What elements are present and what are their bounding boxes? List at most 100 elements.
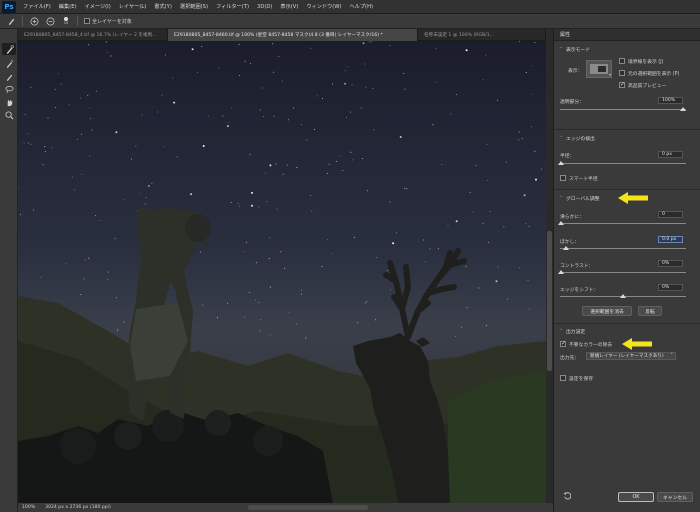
global-refine-header[interactable]: ˅ グローバル調整 (560, 195, 600, 202)
document-tabs: E29180805_8457-8458_4.tif @ 16.7% (レイヤー … (18, 29, 546, 41)
brush-tool-preset-icon[interactable] (6, 16, 16, 26)
dropdown-caret-icon: ▾ (608, 72, 611, 77)
show-edge-label: 境界線を表示 (J) (628, 60, 664, 65)
transparency-label: 透明部分： (560, 100, 584, 105)
feather-slider[interactable] (560, 248, 686, 249)
menu-bar: Ps ファイル(F) 編集(E) イメージ(I) レイヤー(L) 書式(Y) 選… (0, 0, 700, 14)
vertical-scrollbar[interactable] (546, 41, 553, 503)
document-canvas[interactable] (18, 41, 546, 503)
brush-icon (6, 74, 12, 81)
clear-selection-button[interactable]: 選択範囲を消去 (582, 306, 632, 316)
lasso-tool[interactable] (2, 83, 16, 95)
view-label: 表示： (568, 69, 583, 74)
radius-slider[interactable] (560, 163, 686, 164)
output-to-value: 新規レイヤー (レイヤーマスクあり) (590, 354, 664, 359)
horizontal-scroll-thumb[interactable] (248, 505, 368, 510)
chevron-down-icon: ˅ (560, 330, 563, 335)
transparency-slider-thumb[interactable] (680, 107, 686, 111)
output-to-select[interactable]: 新規レイヤー (レイヤーマスクあり) ˅ (586, 352, 676, 360)
contrast-field[interactable]: 0% (658, 260, 683, 267)
lasso-icon (5, 85, 13, 93)
yellow-arrow-icon (618, 192, 648, 204)
document-info: 3024 px x 2736 px (180 ppi) (45, 505, 111, 510)
chevron-down-icon: ˅ (560, 137, 563, 142)
high-quality-preview-label: 高品質プレビュー (628, 84, 667, 89)
tab-document-1[interactable]: E29180805_8457-8458_4.tif @ 16.7% (レイヤー … (18, 29, 168, 41)
contrast-slider-thumb[interactable] (558, 270, 564, 274)
smooth-slider[interactable] (560, 223, 686, 224)
menu-type[interactable]: 書式(Y) (150, 3, 176, 10)
menu-help[interactable]: ヘルプ(H) (345, 3, 377, 10)
hand-icon (7, 99, 12, 106)
refine-edge-brush-tool[interactable] (2, 57, 16, 69)
smooth-field[interactable]: 0 (658, 211, 683, 218)
decontaminate-colors-checkbox[interactable] (560, 340, 566, 347)
view-mode-picker[interactable]: ▾ (586, 60, 612, 78)
quick-selection-icon (6, 44, 14, 54)
shift-edge-field[interactable]: 0% (658, 284, 683, 291)
output-to-label: 出力先： (560, 356, 580, 361)
night-sky-photo (18, 41, 546, 503)
reset-icon[interactable] (562, 491, 572, 501)
tab-document-2[interactable]: E29180805_8457-8460.tif @ 100% (星空 8457-… (168, 29, 418, 41)
ok-button[interactable]: OK (618, 492, 654, 502)
menu-filter[interactable]: フィルター(T) (212, 3, 253, 10)
brush-size-picker[interactable]: 10 (61, 16, 71, 26)
menu-view[interactable]: 表示(V) (276, 3, 302, 10)
radius-slider-thumb[interactable] (558, 161, 564, 165)
yellow-arrow-icon (622, 338, 652, 350)
tools-panel (0, 29, 18, 512)
chevron-down-icon: ˅ (560, 48, 563, 53)
brush-size-value: 10 (63, 21, 69, 25)
menu-image[interactable]: イメージ(I) (81, 3, 115, 10)
tab-document-3[interactable]: 名称未設定 1 @ 100% (RGB/1... (418, 29, 546, 41)
contrast-label: コントラスト： (560, 264, 594, 269)
photoshop-logo: Ps (2, 0, 16, 13)
smooth-label: 滑らかに： (560, 215, 584, 220)
zoom-tool[interactable] (2, 109, 16, 121)
quick-selection-tool[interactable] (2, 43, 16, 55)
contrast-slider[interactable] (560, 272, 686, 273)
smooth-slider-thumb[interactable] (558, 221, 564, 225)
properties-panel: 属性 ˅ 表示モード 表示： ▾ 境界線を表示 (J) 元の選択範囲を表示 (P)… (553, 29, 700, 512)
shift-edge-slider-thumb[interactable] (620, 294, 626, 298)
output-settings-header[interactable]: ˅ 出力設定 (560, 328, 585, 335)
vertical-scroll-thumb[interactable] (547, 231, 552, 371)
show-edge-checkbox[interactable] (619, 58, 625, 64)
radius-field[interactable]: 0 px (658, 151, 683, 158)
transparency-field[interactable]: 100% (658, 97, 683, 104)
high-quality-preview-checkbox[interactable] (619, 81, 625, 88)
menu-file[interactable]: ファイル(F) (19, 3, 55, 10)
zoom-level[interactable]: 100% (22, 505, 35, 510)
remember-settings-checkbox[interactable] (560, 375, 566, 381)
view-mode-header[interactable]: ˅ 表示モード (560, 46, 590, 53)
zoom-icon (4, 110, 13, 119)
cancel-button[interactable]: キャンセル (657, 492, 693, 502)
refine-brush-icon (6, 59, 13, 68)
brush-tool[interactable] (2, 70, 16, 82)
edge-detection-header[interactable]: ˅ エッジの検出 (560, 135, 595, 142)
menu-layer[interactable]: レイヤー(L) (115, 3, 151, 10)
add-to-selection-icon[interactable] (29, 16, 39, 26)
show-original-checkbox[interactable] (619, 70, 625, 76)
feather-label: ぼかし： (560, 240, 580, 245)
chevron-down-icon: ˅ (670, 353, 674, 359)
remember-settings-label: 設定を保存 (569, 377, 593, 382)
menu-edit[interactable]: 編集(E) (55, 3, 81, 10)
smart-radius-label: スマート半径 (569, 177, 598, 182)
invert-button[interactable]: 反転 (638, 306, 662, 316)
feather-slider-thumb[interactable] (563, 246, 569, 250)
sample-all-layers-checkbox[interactable] (84, 18, 90, 24)
hand-tool[interactable] (2, 96, 16, 108)
chevron-down-icon: ˅ (560, 197, 563, 202)
options-bar: 10 全レイヤーを対象 (0, 14, 700, 29)
subtract-from-selection-icon[interactable] (45, 16, 55, 26)
smart-radius-checkbox[interactable] (560, 175, 566, 181)
feather-field[interactable]: 0.0 px (658, 236, 683, 243)
menu-3d[interactable]: 3D(D) (253, 4, 276, 10)
transparency-slider[interactable] (560, 109, 686, 110)
sample-all-layers-label: 全レイヤーを対象 (92, 18, 132, 25)
panel-title: 属性 (554, 29, 700, 41)
menu-select[interactable]: 選択範囲(S) (176, 3, 212, 10)
menu-window[interactable]: ウィンドウ(W) (302, 3, 345, 10)
